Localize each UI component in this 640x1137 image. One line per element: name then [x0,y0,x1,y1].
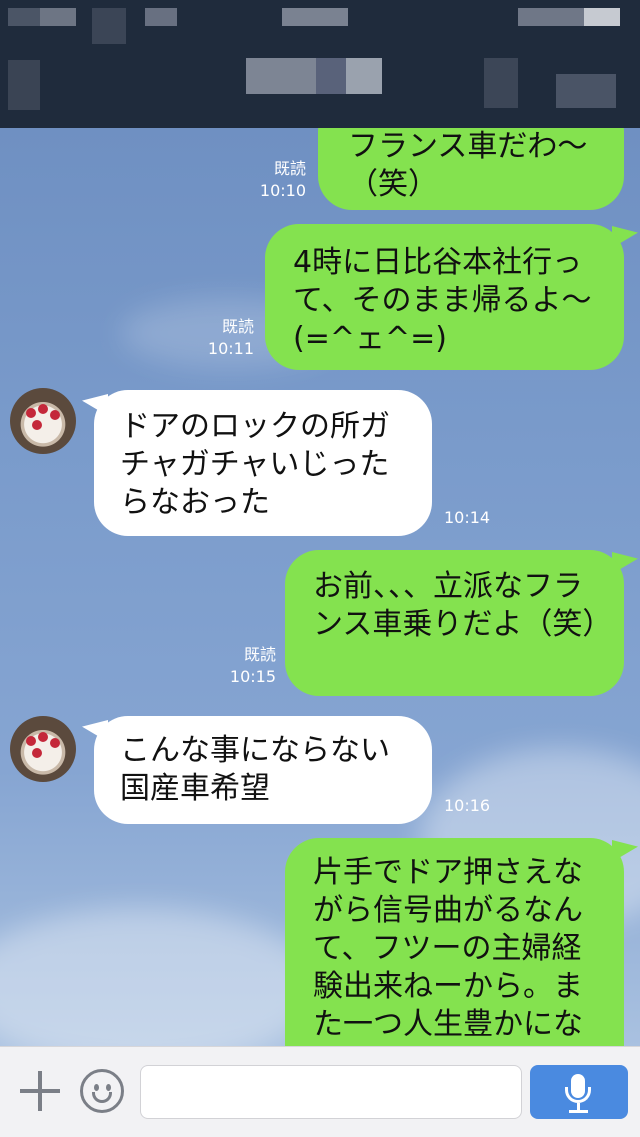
message-time: 10:15 [229,667,276,686]
plus-icon[interactable] [18,1069,62,1113]
header-pixel-block [282,8,348,26]
header-pixel-block [316,58,346,94]
message-meta: 既読 10:10 [240,158,306,202]
header-pixel-block [518,8,584,26]
message-meta: 既読 10:11 [188,316,254,360]
message-input[interactable] [140,1065,522,1119]
header-pixel-block [8,8,40,26]
voice-button[interactable] [530,1065,628,1119]
message-time: 10:11 [207,339,254,358]
header-pixel-block [145,8,177,26]
read-receipt: 既読 [243,645,276,664]
read-receipt: 既読 [221,317,254,336]
friend-avatar[interactable] [10,388,76,454]
chat-area[interactable]: フランス車だわ〜 （笑） 既読 10:10 4時に日比谷本社行って、そのまま帰る… [0,128,640,1046]
message-bubble-outgoing[interactable]: フランス車だわ〜 （笑） [318,128,624,210]
friend-avatar[interactable] [10,716,76,782]
header-pixel-block [556,74,616,108]
chat-header [0,0,640,128]
header-pixel-block [346,58,382,94]
message-time: 10:16 [444,796,491,815]
message-time: 10:10 [259,181,306,200]
message-bubble-outgoing[interactable]: 片手でドア押さえながら信号曲がるなんて、フツーの主婦経験出来ねーから。また一つ人… [285,838,624,1046]
header-pixel-block [8,60,40,110]
header-pixel-block [246,58,316,94]
message-bubble-incoming[interactable]: ドアのロックの所ガチャガチャいじったらなおった [94,390,432,536]
message-bubble-outgoing[interactable]: お前、、、立派なフランス車乗りだよ（笑） [285,550,624,696]
message-meta: 既読 10:15 [210,644,276,688]
header-pixel-block [484,58,518,108]
header-pixel-block [40,8,76,26]
message-input-bar [0,1046,640,1137]
header-pixel-block [584,8,620,26]
read-receipt: 既読 [273,159,306,178]
message-bubble-incoming[interactable]: こんな事にならない国産車希望 [94,716,432,824]
smiley-icon[interactable] [80,1069,124,1113]
header-pixel-block [92,8,126,44]
message-time: 10:14 [444,508,491,527]
message-bubble-outgoing[interactable]: 4時に日比谷本社行って、そのまま帰るよ〜(=^ェ^=) [265,224,624,370]
background-cloud [0,908,320,1046]
